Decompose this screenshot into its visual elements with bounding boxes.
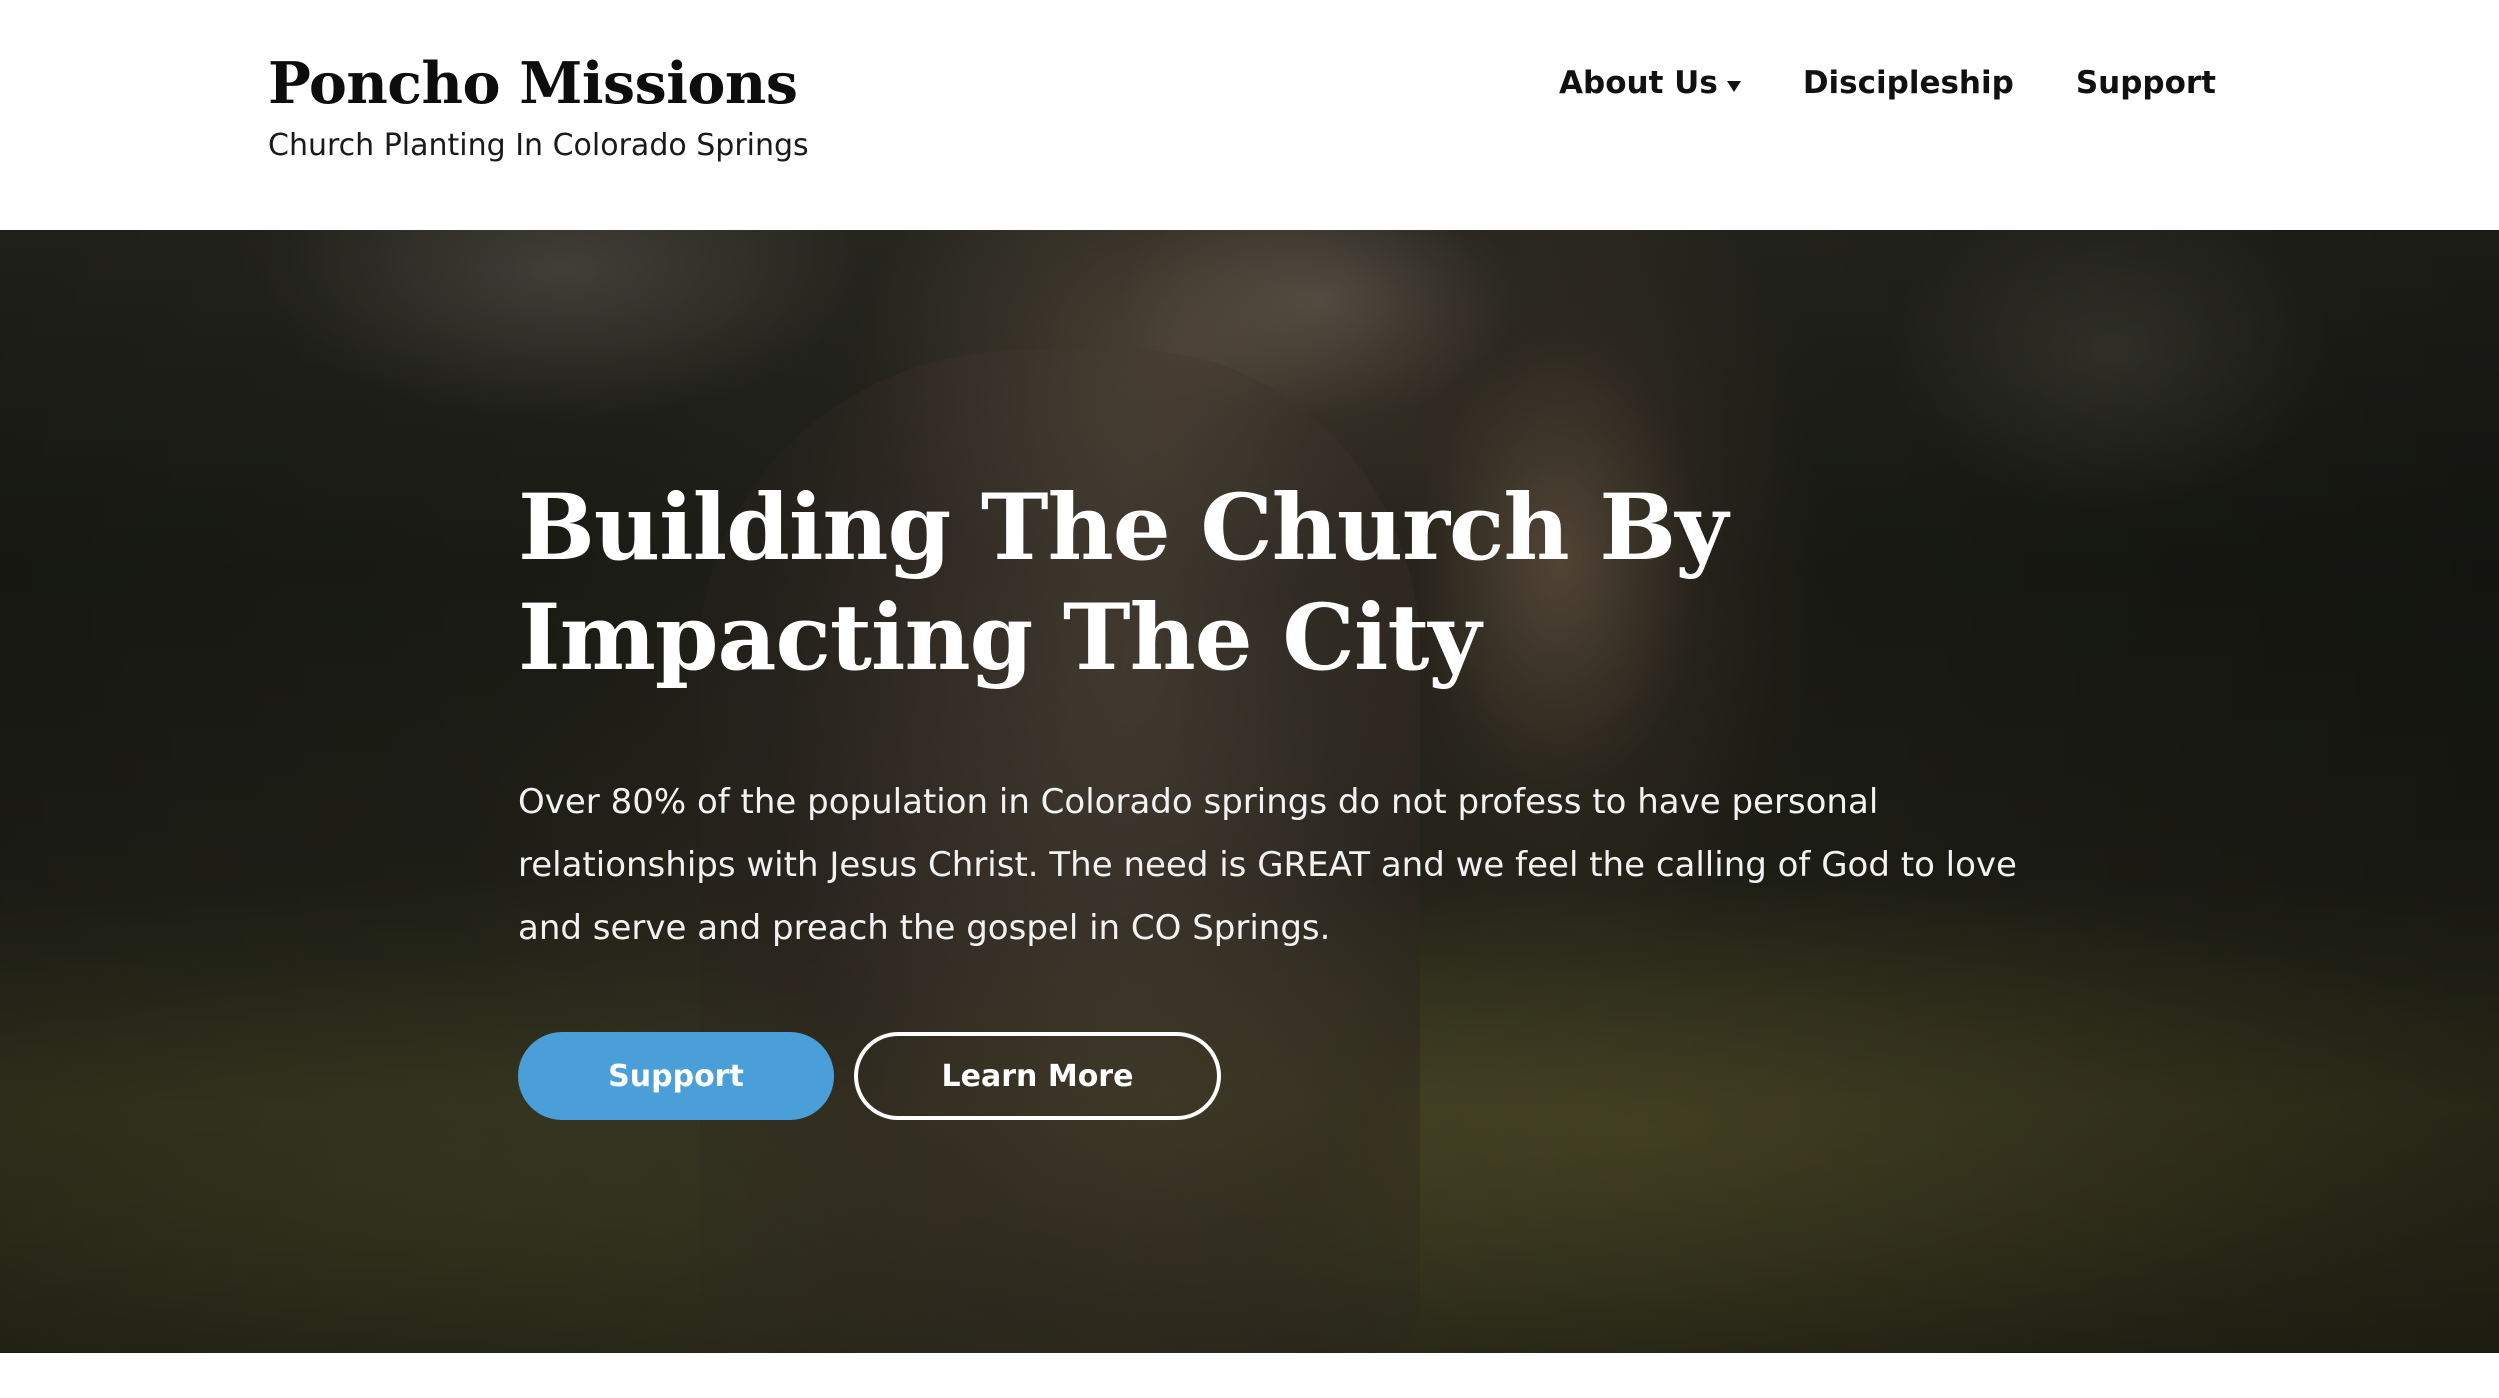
- nav-item-discipleship[interactable]: Discipleship: [1803, 58, 2014, 108]
- hero-content: Building The Church By Impacting The Cit…: [518, 473, 2078, 1120]
- support-button[interactable]: Support: [518, 1032, 834, 1120]
- hero-section: Building The Church By Impacting The Cit…: [0, 230, 2499, 1353]
- nav-item-label: About Us: [1559, 65, 1718, 101]
- learn-more-button[interactable]: Learn More: [854, 1032, 1221, 1120]
- site-header: Poncho Missions Church Planting In Color…: [0, 0, 2499, 230]
- nav-item-label: Support: [2075, 65, 2216, 101]
- hero-text: Over 80% of the population in Colorado s…: [518, 782, 2017, 948]
- nav-item-about-us[interactable]: About Us: [1559, 58, 1741, 108]
- hero-heading: Building The Church By Impacting The Cit…: [518, 475, 1728, 691]
- nav-item-support[interactable]: Support: [2076, 58, 2216, 108]
- caret-down-icon: [1726, 80, 1741, 92]
- brand: Poncho Missions Church Planting In Color…: [268, 44, 809, 166]
- nav-item-label: Discipleship: [1802, 65, 2014, 101]
- hero-buttons: Support Learn More: [518, 1032, 2078, 1120]
- main-nav: About Us Discipleship Support: [1559, 58, 2216, 108]
- site-tagline: Church Planting In Colorado Springs: [268, 128, 809, 163]
- site-title[interactable]: Poncho Missions: [268, 44, 809, 124]
